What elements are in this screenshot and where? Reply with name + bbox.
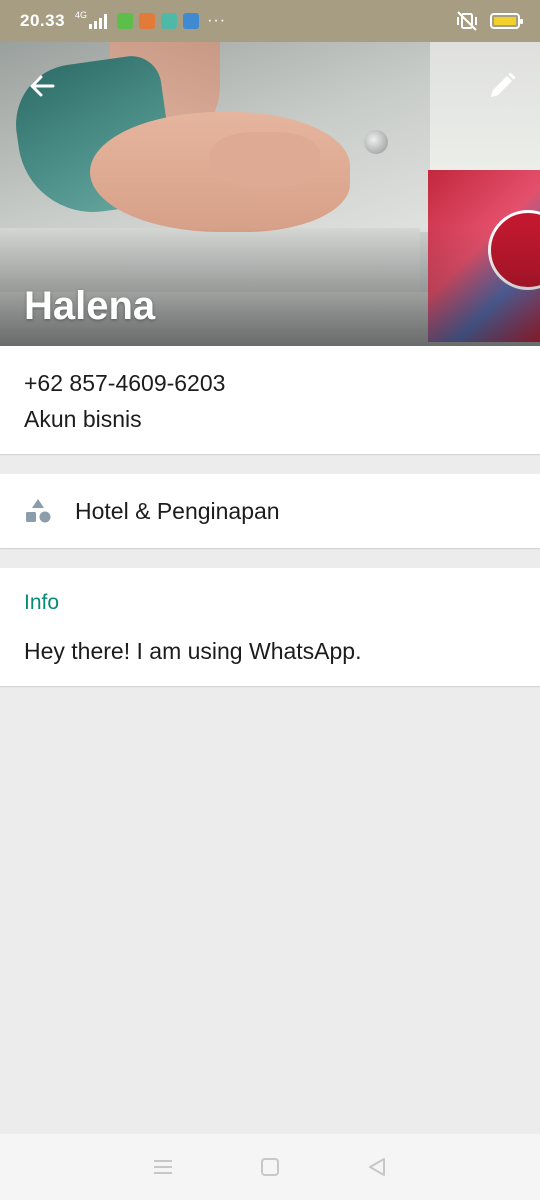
- phone-card[interactable]: +62 857-4609-6203 Akun bisnis: [0, 346, 540, 454]
- status-bar: 20.33 4G ···: [0, 0, 540, 42]
- profile-photo-part: [430, 42, 540, 172]
- edit-button[interactable]: [482, 66, 522, 106]
- home-icon: [260, 1158, 279, 1176]
- app-notification-icon: [139, 13, 156, 29]
- nav-back-button[interactable]: [357, 1147, 397, 1187]
- menu-icon: [154, 1160, 173, 1174]
- back-arrow-icon: [30, 75, 55, 97]
- system-navigation-bar: [0, 1134, 540, 1200]
- app-notification-icon: [183, 13, 200, 29]
- more-notifications-icon: ···: [207, 12, 227, 29]
- profile-photo-part: [364, 130, 388, 154]
- contact-name: Halena: [24, 284, 156, 328]
- back-icon: [368, 1158, 385, 1176]
- profile-photo-part: [210, 132, 320, 187]
- about-title: Info: [24, 591, 60, 614]
- menu-button[interactable]: [143, 1147, 183, 1187]
- phone-number[interactable]: +62 857-4609-6203: [24, 368, 516, 398]
- category-card: Hotel & Penginapan: [0, 474, 540, 548]
- contact-info-screen: 20.33 4G ··· Halena +62 857-4609-6203 Ak…: [0, 0, 540, 1200]
- pencil-icon: [491, 72, 516, 97]
- account-type: Akun bisnis: [24, 406, 142, 432]
- category-label: Hotel & Penginapan: [75, 497, 280, 524]
- signal-icon: [89, 13, 108, 29]
- app-notification-icon: [161, 13, 178, 29]
- home-button[interactable]: [250, 1147, 290, 1187]
- vibrate-off-icon: [457, 11, 477, 31]
- about-card[interactable]: Info Hey there! I am using WhatsApp.: [0, 568, 540, 686]
- status-time: 20.33: [20, 11, 66, 30]
- app-notification-icon: [117, 13, 134, 29]
- battery-icon: [490, 13, 523, 29]
- category-shapes-icon: [26, 499, 51, 523]
- back-button[interactable]: [22, 66, 62, 106]
- about-text: Hey there! I am using WhatsApp.: [24, 638, 362, 664]
- network-type: 4G: [75, 10, 88, 20]
- profile-photo-header[interactable]: Halena: [0, 42, 540, 346]
